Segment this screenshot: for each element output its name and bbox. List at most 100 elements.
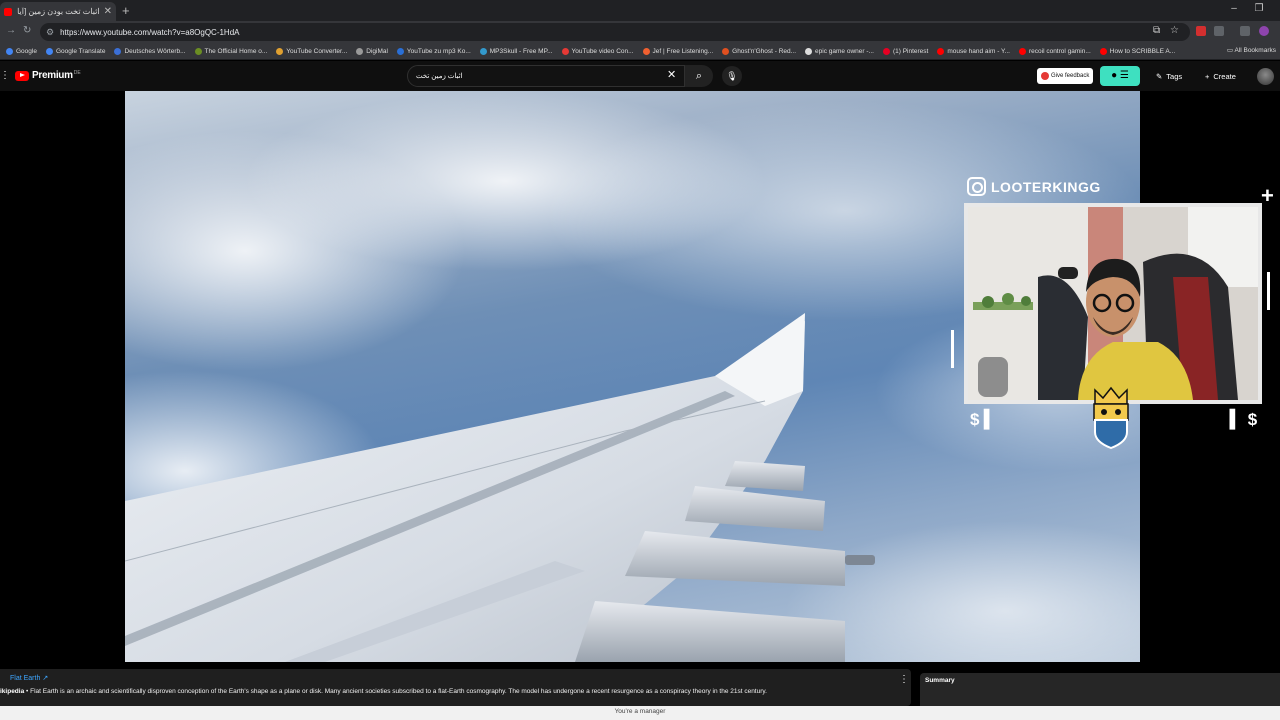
bookmark-label: The Official Home o... [204,47,268,55]
information-panel: Flat Earth ↗ ikipedia • Flat Earth is an… [0,669,911,706]
instagram-icon [967,177,986,196]
bookmark-label: mouse hand aim - Y... [947,47,1010,55]
account-avatar[interactable] [1257,68,1274,85]
summary-title: Summary [925,677,955,684]
bookmark-favicon-icon [642,47,650,55]
back-icon[interactable]: → [6,25,16,36]
info-panel-title: Flat Earth [10,675,41,682]
bookmark-favicon-icon [479,47,487,55]
extension-icon[interactable] [1196,26,1206,36]
youtube-logo[interactable]: Premium DE [15,70,81,81]
bookmark-favicon-icon [1018,47,1026,55]
browser-tab-bar: اثبات تخت بودن زمین [آیا زمین ت... ✕ + –… [0,0,1280,21]
bookmark-item[interactable]: The Official Home o... [194,47,268,55]
search-button[interactable]: ⌕ [685,65,713,87]
plus-icon: + [1205,71,1210,81]
bookmark-favicon-icon [561,47,569,55]
bookmark-item[interactable]: Deutsches Wörterb... [114,47,186,55]
bookmark-label: YouTube video Con... [571,47,634,55]
menu-icon[interactable]: ⋮ [0,70,10,81]
bookmark-label: DigiMal [366,47,388,55]
bookmark-item[interactable]: Jef | Free Listening... [642,47,714,55]
reload-icon[interactable]: ↻ [23,25,31,36]
tags-button[interactable]: ✎ Tags [1150,67,1188,85]
bookmark-item[interactable]: recoil control gamin... [1018,47,1091,55]
bookmark-label: Jef | Free Listening... [652,47,714,55]
restore-icon[interactable]: ❐ [1249,3,1269,14]
bookmark-item[interactable]: YouTube video Con... [561,47,634,55]
bookmark-label: Ghost'n'Ghost - Red... [732,47,797,55]
all-bookmarks-label: All Bookmarks [1234,47,1276,54]
bookmark-item[interactable]: YouTube Converter... [276,47,347,55]
bookmark-label: How to SCRIBBLE A... [1109,47,1176,55]
bookmark-favicon-icon [1099,47,1107,55]
bookmark-item[interactable]: Ghost'n'Ghost - Red... [722,47,797,55]
logo-text: Premium [32,70,73,81]
url-text: https://www.youtube.com/watch?v=a8OgQC-1… [60,27,240,37]
instagram-handle: LOOTERKINGG [967,177,1101,196]
new-tab-button[interactable]: + [122,3,130,18]
install-icon[interactable]: ⧉ [1153,25,1160,36]
bookmark-label: recoil control gamin... [1028,47,1091,55]
bookmark-label: (1) Pinterest [892,47,929,55]
more-options-icon[interactable]: ⋮ [899,674,909,685]
bookmark-favicon-icon [356,47,364,55]
info-panel-title-link[interactable]: Flat Earth ↗ [10,674,48,682]
extension-toggle-button[interactable]: ● ☰ [1100,66,1140,86]
youtube-play-icon [15,70,29,81]
create-button[interactable]: + Create [1199,67,1242,85]
bookmark-label: MP3Skull - Free MP... [489,47,553,55]
handle-text: LOOTERKINGG [991,178,1101,195]
give-feedback-button[interactable]: Give feedback [1037,68,1094,84]
bookmark-label: Google Translate [55,47,106,55]
close-tab-icon[interactable]: ✕ [104,6,112,17]
extensions-puzzle-icon[interactable] [1214,26,1224,36]
bookmark-favicon-icon [722,47,730,55]
address-bar-row: → ↻ ⚙ https://www.youtube.com/watch?v=a8… [0,21,1280,43]
bookmark-item[interactable]: epic game owner -... [805,47,874,55]
dollar-right-text: ▍ $ [1230,410,1258,429]
clear-search-icon[interactable]: ✕ [667,68,676,81]
overlay-plus-icon: + [1261,183,1274,208]
feedback-icon [1041,72,1049,80]
bookmark-item[interactable]: (1) Pinterest [882,47,929,55]
manager-text: You're a manager [614,708,666,715]
bookmark-star-icon[interactable]: ☆ [1170,25,1179,36]
dollar-right-symbol: $ [1247,410,1258,429]
bookmark-favicon-icon [276,47,284,55]
info-panel-source[interactable]: ikipedia [0,688,24,695]
country-code: DE [73,70,81,76]
overlay-bar-left [951,330,954,368]
sidebar-icon[interactable] [1240,26,1250,36]
bookmark-favicon-icon [194,47,202,55]
youtube-favicon-icon [4,7,12,16]
list-icon: ● ☰ [1111,70,1129,81]
info-panel-description: • Flat Earth is an archaic and scientifi… [24,688,767,695]
webcam-feed [964,203,1262,404]
bookmark-item[interactable]: Google Translate [45,47,106,55]
bookmark-item[interactable]: Google [6,47,37,55]
bookmark-item[interactable]: mouse hand aim - Y... [937,47,1010,55]
profile-avatar-icon[interactable] [1259,26,1269,36]
bookmark-favicon-icon [805,47,813,55]
bookmark-item[interactable]: MP3Skull - Free MP... [479,47,553,55]
bookmark-label: YouTube zu mp3 Ko... [406,47,471,55]
bookmark-item[interactable]: How to SCRIBBLE A... [1099,47,1176,55]
bookmark-item[interactable]: DigiMal [356,47,388,55]
dollar-left-symbol: $ [970,410,980,429]
url-field[interactable]: ⚙ https://www.youtube.com/watch?v=a8OgQC… [40,23,1190,41]
site-info-icon[interactable]: ⚙ [46,27,54,38]
info-panel-text: ikipedia • Flat Earth is an archaic and … [0,688,767,695]
browser-tab-active[interactable]: اثبات تخت بودن زمین [آیا زمین ت... ✕ [0,2,116,21]
all-bookmarks-button[interactable]: ▭ All Bookmarks [1227,46,1276,54]
search-icon: ⌕ [695,70,703,82]
summary-panel: Summary [920,673,1280,706]
bookmark-favicon-icon [114,47,122,55]
tags-label: Tags [1166,71,1183,81]
minimize-icon[interactable]: – [1224,3,1244,14]
search-input[interactable]: اثبات زمین تخت [407,65,685,87]
create-label: Create [1213,71,1236,81]
manager-status-bar: You're a manager [0,706,1280,720]
bookmark-item[interactable]: YouTube zu mp3 Ko... [396,47,471,55]
voice-search-button[interactable]: 🎙 [722,66,742,86]
